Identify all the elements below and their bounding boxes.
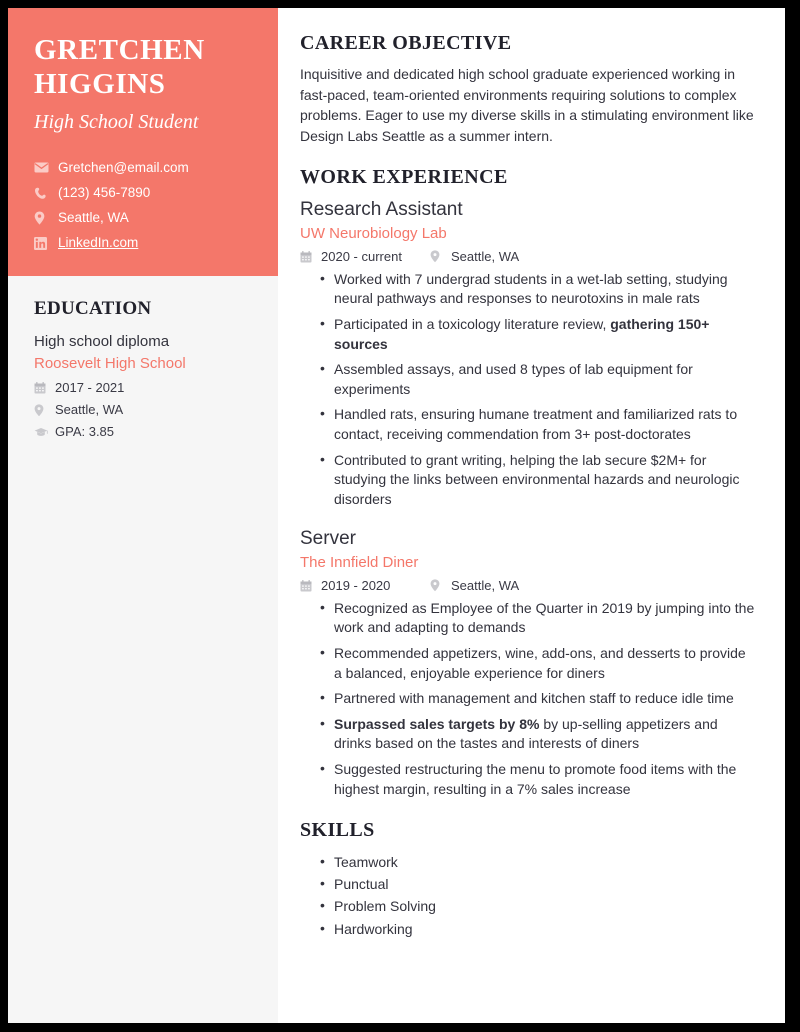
contact-email[interactable]: Gretchen@email.com: [34, 160, 252, 176]
bullet-item: Recognized as Employee of the Quarter in…: [320, 598, 755, 638]
job-dates-text: 2020 - current: [321, 248, 402, 264]
job-location: Seattle, WA: [430, 249, 519, 265]
bullet-item: Assembled assays, and used 8 types of la…: [320, 359, 755, 399]
map-pin-icon: [34, 403, 50, 416]
skills-section: Skills Teamwork Punctual Problem Solving…: [300, 819, 755, 939]
education-school: Roosevelt High School: [34, 355, 186, 373]
job-entry: Research Assistant UW Neurobiology Lab 2…: [300, 198, 755, 509]
education-dates: 2017 - 2021: [34, 380, 252, 396]
phone-icon: [34, 186, 52, 200]
contact-list: Gretchen@email.com (123) 456-7890 Seattl…: [34, 160, 252, 252]
education-gpa-text: GPA: 3.85: [55, 424, 115, 440]
contact-email-text: Gretchen@email.com: [58, 159, 189, 175]
contact-location-text: Seattle, WA: [58, 210, 129, 226]
job-dates: 2019 - 2020: [300, 578, 430, 594]
candidate-name: Gretchen Higgins: [34, 34, 205, 100]
candidate-title: High School Student: [34, 110, 199, 133]
education-location-text: Seattle, WA: [55, 401, 124, 417]
linkedin-icon: [34, 237, 52, 251]
map-pin-icon: [34, 211, 52, 225]
contact-location: Seattle, WA: [34, 210, 252, 226]
job-dates-text: 2019 - 2020: [321, 577, 391, 593]
job-meta: 2020 - current Seattle, WA: [300, 249, 755, 265]
bullet-item: Worked with 7 undergrad students in a we…: [320, 269, 755, 309]
skills-heading: Skills: [300, 819, 375, 842]
job-company: The Innfield Diner: [300, 554, 419, 572]
bullet-item: Participated in a toxicology literature …: [320, 314, 755, 354]
graduation-cap-icon: [34, 426, 50, 439]
job-dates: 2020 - current: [300, 249, 430, 265]
job-bullets: Recognized as Employee of the Quarter in…: [300, 598, 755, 799]
bullet-item: Partnered with management and kitchen st…: [320, 688, 755, 709]
bullet-item: Recommended appetizers, wine, add-ons, a…: [320, 643, 755, 683]
job-company: UW Neurobiology Lab: [300, 225, 447, 243]
skills-list: Teamwork Punctual Problem Solving Hardwo…: [300, 850, 755, 940]
skill-item: Teamwork: [320, 850, 755, 873]
skill-item: Punctual: [320, 872, 755, 895]
main-column: Career Objective Inquisitive and dedicat…: [278, 8, 785, 1023]
sidebar-header: Gretchen Higgins High School Student Gre…: [8, 8, 278, 276]
bullet-item: Suggested restructuring the menu to prom…: [320, 759, 755, 799]
map-pin-icon: [430, 579, 446, 592]
contact-phone[interactable]: (123) 456-7890: [34, 185, 252, 201]
contact-linkedin[interactable]: LinkedIn.com: [34, 235, 252, 251]
education-dates-text: 2017 - 2021: [55, 379, 125, 395]
education-degree: High school diploma: [34, 332, 170, 350]
job-role: Server: [300, 528, 356, 550]
contact-phone-text: (123) 456-7890: [58, 185, 151, 201]
career-objective-text: Inquisitive and dedicated high school gr…: [300, 66, 754, 144]
calendar-icon: [300, 250, 316, 263]
job-location-text: Seattle, WA: [451, 577, 520, 593]
job-bullets: Worked with 7 undergrad students in a we…: [300, 269, 755, 510]
job-location: Seattle, WA: [430, 578, 519, 594]
contact-linkedin-text: LinkedIn.com: [58, 235, 139, 251]
education-gpa: GPA: 3.85: [34, 424, 252, 440]
sidebar-body: Education High school diploma Roosevelt …: [8, 276, 278, 467]
job-location-text: Seattle, WA: [451, 248, 520, 264]
skill-item: Problem Solving: [320, 894, 755, 917]
career-objective-heading: Career Objective: [300, 32, 512, 54]
bullet-item: Contributed to grant writing, helping th…: [320, 450, 755, 510]
bullet-item: Handled rats, ensuring humane treatment …: [320, 404, 755, 444]
education-location: Seattle, WA: [34, 402, 252, 418]
envelope-icon: [34, 161, 52, 175]
resume-page: Gretchen Higgins High School Student Gre…: [8, 8, 785, 1023]
skill-item: Hardworking: [320, 917, 755, 940]
education-heading: Education: [34, 297, 152, 319]
career-objective-section: Career Objective Inquisitive and dedicat…: [300, 32, 755, 146]
bullet-item: Surpassed sales targets by 8% by up-sell…: [320, 714, 755, 754]
work-experience-heading: Work Experience: [300, 166, 508, 189]
job-role: Research Assistant: [300, 199, 463, 221]
job-entry: Server The Innfield Diner 2019 - 2020 Se…: [300, 527, 755, 799]
map-pin-icon: [430, 250, 446, 263]
job-meta: 2019 - 2020 Seattle, WA: [300, 578, 755, 594]
work-experience-section: Work Experience Research Assistant UW Ne…: [300, 166, 755, 799]
sidebar: Gretchen Higgins High School Student Gre…: [8, 8, 278, 1023]
calendar-icon: [300, 579, 316, 592]
calendar-icon: [34, 381, 50, 394]
